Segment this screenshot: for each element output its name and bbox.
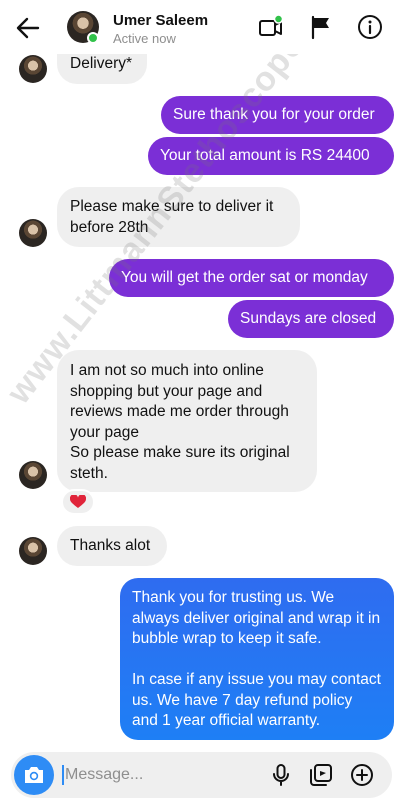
message-input[interactable] bbox=[65, 764, 265, 786]
outgoing-message[interactable]: Thank you for trusting us. We always del… bbox=[120, 578, 394, 740]
heart-icon bbox=[70, 495, 86, 508]
sender-avatar[interactable] bbox=[19, 55, 47, 83]
sender-avatar[interactable] bbox=[19, 219, 47, 247]
outgoing-message[interactable]: Sure thank you for your order bbox=[161, 96, 394, 134]
camera-button[interactable] bbox=[14, 755, 54, 795]
chat-header: Umer Saleem Active now bbox=[0, 0, 402, 54]
contact-name[interactable]: Umer Saleem bbox=[113, 12, 208, 29]
video-call-icon[interactable] bbox=[258, 14, 284, 40]
back-arrow-icon[interactable] bbox=[14, 14, 42, 42]
flag-icon[interactable] bbox=[308, 14, 334, 40]
camera-icon bbox=[25, 767, 43, 783]
text-cursor bbox=[62, 765, 64, 785]
outgoing-message[interactable]: You will get the order sat or monday bbox=[109, 259, 394, 297]
incoming-message[interactable]: I am not so much into online shopping bu… bbox=[57, 350, 317, 492]
microphone-icon[interactable] bbox=[269, 763, 293, 787]
message-composer bbox=[11, 752, 392, 798]
sender-avatar[interactable] bbox=[19, 537, 47, 565]
contact-status: Active now bbox=[113, 31, 176, 46]
outgoing-message[interactable]: Sundays are closed bbox=[228, 300, 394, 338]
gallery-icon[interactable] bbox=[309, 763, 333, 787]
info-icon[interactable] bbox=[357, 14, 383, 40]
outgoing-message[interactable]: Your total amount is RS 24400 bbox=[148, 137, 394, 175]
incoming-message[interactable]: Thanks alot bbox=[57, 526, 167, 566]
sender-avatar[interactable] bbox=[19, 461, 47, 489]
online-status-dot bbox=[87, 32, 99, 44]
plus-icon[interactable] bbox=[350, 763, 374, 787]
incoming-message[interactable]: Please make sure to deliver it before 28… bbox=[57, 187, 300, 247]
heart-reaction[interactable] bbox=[61, 489, 95, 515]
